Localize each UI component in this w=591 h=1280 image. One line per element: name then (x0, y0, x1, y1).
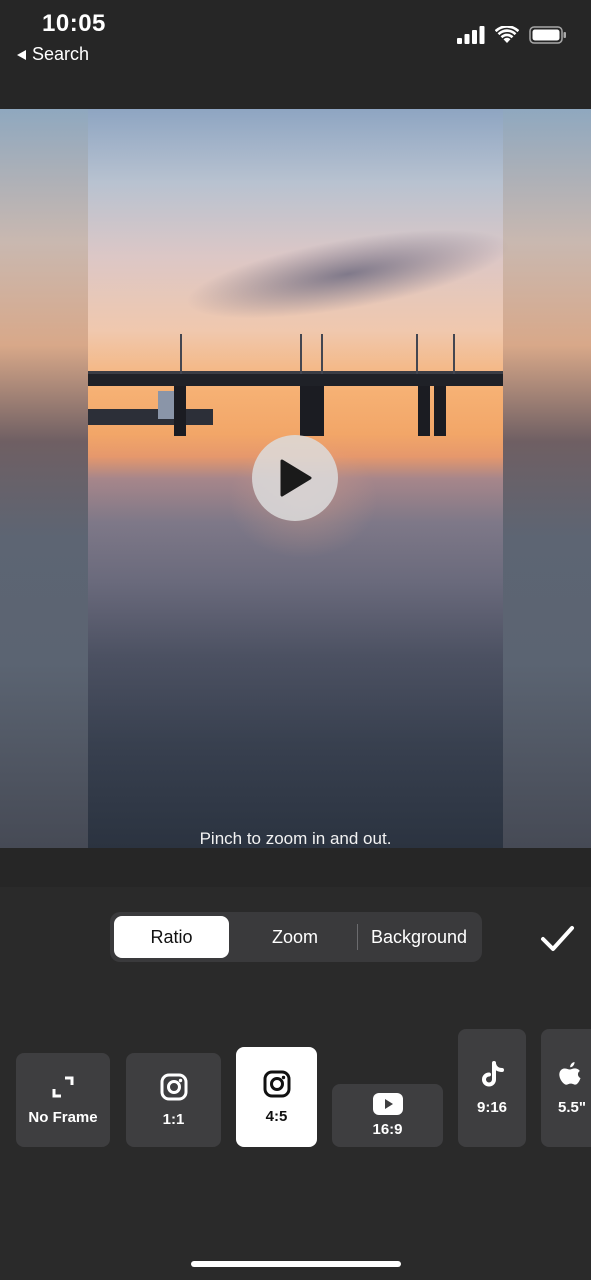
street-lamp (300, 334, 302, 374)
ratio-label: No Frame (28, 1108, 98, 1126)
ratio-no-frame-button[interactable]: No Frame (16, 1053, 110, 1147)
play-button[interactable] (252, 435, 338, 521)
back-arrow-icon (17, 49, 26, 60)
expand-frame-icon (52, 1076, 74, 1097)
video-preview[interactable]: Pinch to zoom in and out. (0, 109, 591, 848)
home-indicator[interactable] (191, 1261, 401, 1267)
ratio-1-1-button[interactable]: 1:1 (126, 1053, 221, 1147)
street-lamp (453, 334, 455, 374)
pinch-hint: Pinch to zoom in and out. (199, 829, 392, 848)
play-icon (280, 459, 312, 497)
apple-icon (559, 1061, 581, 1085)
ratio-5-5-inch-button[interactable]: 5.5" (541, 1029, 591, 1147)
checkmark-icon[interactable] (537, 918, 577, 958)
bridge-pillar (418, 386, 430, 436)
ratio-9-16-button[interactable]: 9:16 (458, 1029, 526, 1147)
mode-segmented-control: Ratio Zoom Background (110, 912, 482, 962)
street-lamp (416, 334, 418, 374)
street-lamp (180, 334, 182, 374)
back-to-search-link[interactable]: Search (17, 44, 89, 65)
ratio-4-5-button[interactable]: 4:5 (236, 1047, 317, 1147)
status-time: 10:05 (42, 10, 106, 37)
tab-zoom[interactable]: Zoom (234, 916, 356, 958)
bridge-pillar (174, 386, 186, 436)
ratio-label: 1:1 (162, 1110, 185, 1128)
back-label: Search (32, 44, 90, 64)
ratio-label: 4:5 (265, 1107, 288, 1125)
tab-background[interactable]: Background (360, 916, 478, 958)
ratio-label: 5.5" (558, 1098, 586, 1116)
street-lamp (321, 334, 323, 374)
instagram-icon (160, 1073, 187, 1100)
battery-icon (529, 26, 566, 44)
tab-ratio[interactable]: Ratio (114, 916, 229, 958)
bridge-pillar (312, 386, 324, 436)
cloud (179, 210, 517, 338)
bridge-deck (88, 374, 503, 386)
status-bar: 10:05 Search (0, 0, 591, 108)
instagram-icon (263, 1070, 290, 1097)
youtube-icon (372, 1093, 403, 1115)
wifi-icon (495, 26, 519, 43)
segment-divider (357, 924, 358, 950)
tiktok-icon (482, 1060, 504, 1086)
ratio-label: 9:16 (476, 1098, 508, 1116)
bridge-pillar (434, 386, 446, 436)
bridge-pillar (300, 386, 312, 436)
shoreline (88, 409, 213, 425)
ratio-16-9-button[interactable]: 16:9 (332, 1084, 443, 1147)
ratio-label: 16:9 (372, 1121, 403, 1138)
system-icons (457, 26, 567, 44)
signal-icon (457, 26, 485, 44)
